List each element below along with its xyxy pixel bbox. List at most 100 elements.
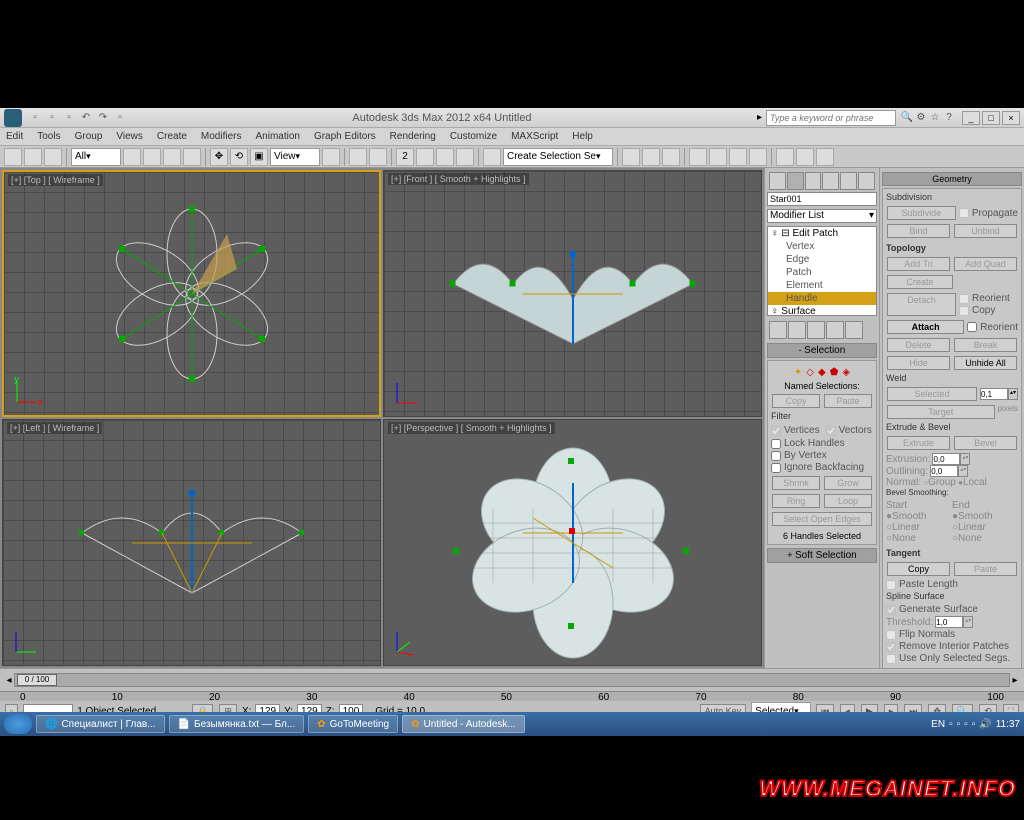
unbind-button[interactable]: Unbind — [954, 224, 1017, 238]
configure-sets-icon[interactable] — [845, 321, 863, 339]
use-only-selected-checkbox[interactable]: Use Only Selected Segs. — [886, 653, 1018, 664]
weld-threshold-spinner[interactable]: ▴▾ — [980, 386, 1018, 402]
modify-tab-icon[interactable] — [787, 172, 804, 190]
menu-tools[interactable]: Tools — [37, 131, 60, 142]
viewport-left[interactable]: [+] [Left ] [ Wireframe ] — [2, 419, 381, 666]
redo-icon[interactable]: ↷ — [96, 111, 110, 125]
paste-sel-button[interactable]: Paste — [824, 394, 872, 408]
search-input[interactable] — [766, 110, 896, 126]
layer-icon[interactable] — [662, 148, 680, 166]
exchange-icon[interactable]: ⚙ — [914, 111, 928, 125]
ignore-backfacing-checkbox[interactable]: Ignore Backfacing — [771, 462, 873, 473]
attach-button[interactable]: Attach — [887, 320, 964, 334]
attach-reorient-checkbox[interactable]: Reorient — [967, 320, 1018, 334]
snap-2d-icon[interactable]: 2 — [396, 148, 414, 166]
vertex-subobj-icon[interactable]: ✦ — [794, 367, 802, 378]
curve-editor-icon[interactable] — [709, 148, 727, 166]
modifier-list-dropdown[interactable]: Modifier List▾ — [767, 209, 877, 223]
volume-icon[interactable]: 🔊 — [979, 719, 991, 730]
paste-length-checkbox[interactable]: Paste Length — [886, 579, 1018, 590]
rotate-tool-icon[interactable]: ⟲ — [230, 148, 248, 166]
binoculars-icon[interactable]: 🔍 — [900, 111, 914, 125]
timeline-prev-icon[interactable]: ◂ — [4, 675, 14, 686]
bind-tool-icon[interactable] — [44, 148, 62, 166]
menu-rendering[interactable]: Rendering — [390, 131, 436, 142]
menu-views[interactable]: Views — [116, 131, 143, 142]
select-rect-tool-icon[interactable] — [163, 148, 181, 166]
filter-vertices-checkbox[interactable]: Vertices — [771, 425, 820, 436]
create-tab-icon[interactable] — [769, 172, 786, 190]
break-button[interactable]: Break — [954, 338, 1017, 352]
scale-tool-icon[interactable]: ▣ — [250, 148, 268, 166]
language-indicator[interactable]: EN — [931, 719, 945, 730]
help-icon[interactable]: ? — [942, 111, 956, 125]
select-tool-icon[interactable] — [123, 148, 141, 166]
subdivide-button[interactable]: Subdivide — [887, 206, 956, 220]
start-button[interactable] — [4, 714, 32, 734]
weld-selected-button[interactable]: Selected — [887, 387, 977, 401]
remove-modifier-icon[interactable] — [826, 321, 844, 339]
detach-reorient-checkbox[interactable]: Reorient — [959, 293, 1018, 304]
detach-copy-checkbox[interactable]: Copy — [959, 305, 1018, 316]
threshold-spinner[interactable]: ▴▾ — [935, 616, 973, 628]
snap-spinner-icon[interactable] — [456, 148, 474, 166]
tray-icon[interactable]: ▫ — [957, 719, 961, 730]
viewport-perspective[interactable]: [+] [Perspective ] [ Smooth + Highlights… — [383, 419, 762, 666]
propagate-checkbox[interactable]: Propagate — [959, 206, 1018, 220]
detach-button[interactable]: Detach — [887, 293, 956, 316]
extrusion-spinner[interactable]: ▴▾ — [932, 453, 970, 465]
outlining-spinner[interactable]: ▴▾ — [930, 465, 968, 477]
shrink-button[interactable]: Shrink — [772, 476, 820, 490]
menu-group[interactable]: Group — [75, 131, 103, 142]
open-icon[interactable]: ▫ — [45, 111, 59, 125]
edit-named-sel-icon[interactable] — [483, 148, 501, 166]
menu-modifiers[interactable]: Modifiers — [201, 131, 242, 142]
flip-normals-checkbox[interactable]: Flip Normals — [886, 629, 1018, 640]
pin-stack-icon[interactable] — [769, 321, 787, 339]
undo-icon[interactable]: ↶ — [79, 111, 93, 125]
stack-handle[interactable]: Handle — [768, 292, 876, 305]
add-quad-button[interactable]: Add Quad — [954, 257, 1017, 271]
remove-interior-checkbox[interactable]: Remove Interior Patches — [886, 641, 1018, 652]
modifier-stack[interactable]: ♀ ⊟ Edit Patch Vertex Edge Patch Element… — [767, 226, 877, 316]
ref-coord-dropdown[interactable]: View ▾ — [270, 148, 320, 166]
weld-target-button[interactable]: Target — [887, 405, 995, 419]
unhide-all-button[interactable]: Unhide All — [954, 356, 1017, 370]
element-subobj-icon[interactable]: ⬟ — [830, 367, 839, 378]
taskbar-item-gotomeeting[interactable]: ✿GoToMeeting — [308, 715, 398, 733]
tangent-paste-button[interactable]: Paste — [954, 562, 1017, 576]
taskbar-item-browser[interactable]: 🌐Специалист | Глав... — [36, 715, 165, 733]
save-icon[interactable]: ▫ — [62, 111, 76, 125]
delete-button[interactable]: Delete — [887, 338, 950, 352]
stack-edit-patch[interactable]: ♀ ⊟ Edit Patch — [768, 227, 876, 240]
ring-button[interactable]: Ring — [772, 494, 820, 508]
menu-edit[interactable]: Edit — [6, 131, 23, 142]
viewport-left-label[interactable]: [+] [Left ] [ Wireframe ] — [7, 422, 102, 434]
align-icon[interactable] — [642, 148, 660, 166]
stack-patch[interactable]: Patch — [768, 266, 876, 279]
motion-tab-icon[interactable] — [822, 172, 839, 190]
close-button[interactable]: × — [1002, 111, 1020, 125]
tangent-copy-button[interactable]: Copy — [887, 562, 950, 576]
create-button[interactable]: Create — [887, 275, 953, 289]
manipulate-icon[interactable] — [349, 148, 367, 166]
loop-button[interactable]: Loop — [824, 494, 872, 508]
tray-icon[interactable]: ▫ — [972, 719, 976, 730]
maximize-button[interactable]: □ — [982, 111, 1000, 125]
selection-filter-dropdown[interactable]: All ▾ — [71, 148, 121, 166]
grow-button[interactable]: Grow — [824, 476, 872, 490]
geometry-rollout-header[interactable]: Geometry — [882, 172, 1022, 186]
favorite-icon[interactable]: ☆ — [928, 111, 942, 125]
select-name-tool-icon[interactable] — [143, 148, 161, 166]
bind-button[interactable]: Bind — [887, 224, 950, 238]
schematic-view-icon[interactable] — [729, 148, 747, 166]
move-tool-icon[interactable]: ✥ — [210, 148, 228, 166]
stack-vertex[interactable]: Vertex — [768, 240, 876, 253]
patch-subobj-icon[interactable]: ◆ — [818, 367, 826, 378]
render-frame-icon[interactable] — [796, 148, 814, 166]
tray-icon[interactable]: ▫ — [964, 719, 968, 730]
menu-customize[interactable]: Customize — [450, 131, 497, 142]
graphite-tools-icon[interactable] — [689, 148, 707, 166]
timeline-next-icon[interactable]: ▸ — [1010, 675, 1020, 686]
menu-graph-editors[interactable]: Graph Editors — [314, 131, 376, 142]
